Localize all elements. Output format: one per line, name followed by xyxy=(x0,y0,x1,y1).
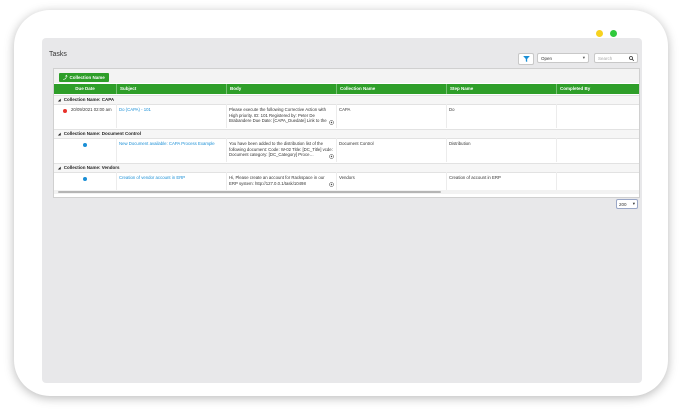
collapse-triangle-icon[interactable]: ◢ xyxy=(58,130,61,138)
row-body: Hi, Please create an account for Rackspa… xyxy=(229,175,325,186)
expand-text-icon[interactable] xyxy=(329,120,334,125)
expand-text-icon[interactable] xyxy=(329,182,334,187)
group-header-label: Collection Name: Vendors xyxy=(63,165,120,170)
row-subject-link[interactable]: Creation of vendor account in ERP xyxy=(119,175,185,181)
group-header-label: Collection Name: CAPA xyxy=(63,97,115,102)
row-step: Distribution xyxy=(449,141,471,146)
column-header-subject[interactable]: Subject xyxy=(116,84,226,94)
column-header-due-date[interactable]: Due Date xyxy=(54,84,116,94)
search-input[interactable]: Search xyxy=(594,53,638,63)
row-step: Do xyxy=(449,107,455,112)
status-indicator-icon xyxy=(63,109,67,113)
grid-header-row: Due Date Subject Body Collection Name St… xyxy=(54,84,639,94)
row-collection: Vendors xyxy=(339,175,355,180)
window-dot-green xyxy=(610,30,617,37)
tasks-grid: ⤴ Collection Name Due Date Subject Body … xyxy=(53,68,640,198)
expand-text-icon[interactable] xyxy=(329,154,334,159)
pin-icon: ⤴ xyxy=(63,74,68,80)
chevron-down-icon: ▾ xyxy=(582,55,585,60)
column-header-collection-name[interactable]: Collection Name xyxy=(336,84,446,94)
column-header-completed-by[interactable]: Completed By xyxy=(556,84,639,94)
table-row[interactable]: New Document available: CAPA Process Exa… xyxy=(54,138,639,162)
row-collection: CAPA xyxy=(339,107,351,112)
filter-button[interactable] xyxy=(518,53,534,65)
horizontal-scrollbar-thumb[interactable] xyxy=(58,191,441,193)
page-size-value: 200 xyxy=(619,201,627,207)
row-due-date: 20/09/2021 02:00 am xyxy=(71,107,112,112)
row-collection: Document Control xyxy=(339,141,374,146)
app-screen: Tasks Open ▾ Search ⤴ Collection Name Du… xyxy=(42,38,642,383)
status-filter-select[interactable]: Open ▾ xyxy=(537,53,589,63)
row-subject-link[interactable]: New Document available: CAPA Process Exa… xyxy=(119,141,215,147)
row-step: Creation of account in ERP xyxy=(449,175,501,180)
status-filter-value: Open xyxy=(541,55,553,61)
chevron-down-icon: ▾ xyxy=(632,201,635,206)
table-row[interactable]: 20/09/2021 02:00 am Do (CAPA) - 101 Plea… xyxy=(54,104,639,128)
window-dot-yellow xyxy=(596,30,603,37)
status-indicator-icon xyxy=(83,143,87,147)
collapse-triangle-icon[interactable]: ◢ xyxy=(58,96,61,104)
status-indicator-icon xyxy=(83,177,87,181)
page-title: Tasks xyxy=(49,51,67,58)
grouping-bar: ⤴ Collection Name xyxy=(54,69,639,83)
group-header-label: Collection Name: Document Control xyxy=(63,131,141,136)
page-size-select[interactable]: 200 ▾ xyxy=(616,199,638,209)
grouping-chip-label: Collection Name xyxy=(69,75,105,80)
column-header-step-name[interactable]: Step Name xyxy=(446,84,556,94)
device-frame: Tasks Open ▾ Search ⤴ Collection Name Du… xyxy=(14,10,668,396)
grouping-chip-collection-name[interactable]: ⤴ Collection Name xyxy=(59,73,109,82)
row-body: You have been added to the distribution … xyxy=(229,141,333,158)
table-row[interactable]: Creation of vendor account in ERP Hi, Pl… xyxy=(54,172,639,190)
filter-icon xyxy=(522,56,530,62)
search-placeholder: Search xyxy=(598,55,613,61)
row-subject-link[interactable]: Do (CAPA) - 101 xyxy=(119,107,151,113)
collapse-triangle-icon[interactable]: ◢ xyxy=(58,164,61,172)
search-icon[interactable] xyxy=(629,55,634,61)
row-body: Please execute the following Corrective … xyxy=(229,107,327,124)
column-header-body[interactable]: Body xyxy=(226,84,336,94)
